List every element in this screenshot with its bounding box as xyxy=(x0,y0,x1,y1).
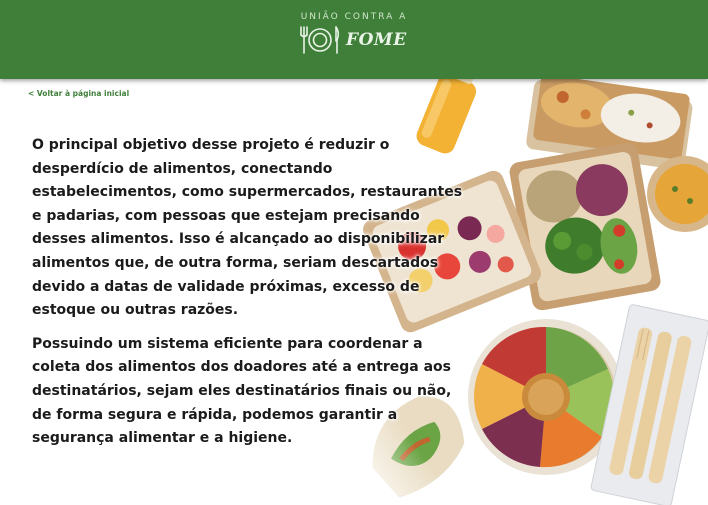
brand-word: FOME xyxy=(346,30,407,50)
paragraph-system: Possuindo um sistema eficiente para coor… xyxy=(32,335,452,447)
paragraph-objective: O principal objetivo desse projeto é red… xyxy=(32,137,463,319)
brand-tagline: UNIÃO CONTRA A xyxy=(300,12,408,22)
site-header: UNIÃO CONTRA A FOME xyxy=(0,0,708,79)
project-description: O principal objetivo desse projeto é red… xyxy=(32,134,472,461)
brand-logo[interactable]: FOME xyxy=(298,24,407,56)
cutlery-plate-icon xyxy=(300,26,340,54)
back-to-home-link[interactable]: < Voltar à página inicial xyxy=(28,89,129,98)
